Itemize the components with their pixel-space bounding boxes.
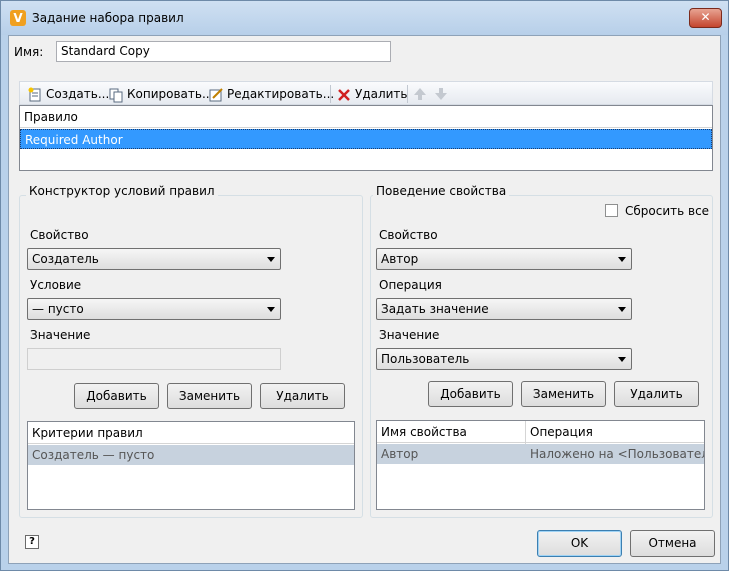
copy-label: Копировать...: [127, 87, 214, 101]
cb-property-value: Создатель: [32, 252, 99, 266]
table-row[interactable]: Required Author: [20, 129, 712, 149]
rules-toolbar: Создать... Копировать... Редактировать..…: [19, 81, 713, 105]
table-cell-property: Автор: [381, 447, 419, 461]
cb-delete-button[interactable]: Удалить: [260, 383, 345, 409]
table-cell-operation: Наложено на <Пользователь>: [530, 447, 704, 461]
rules-grid-header[interactable]: Правило: [20, 106, 712, 128]
pb-property-value: Автор: [381, 252, 419, 266]
pb-add-button[interactable]: Добавить: [428, 381, 513, 407]
property-operations-grid: Имя свойства Операция Автор Наложено на …: [376, 420, 705, 510]
column-header-operation[interactable]: Операция: [526, 421, 704, 443]
cancel-button[interactable]: Отмена: [630, 530, 715, 557]
toolbar-separator: [330, 85, 331, 103]
name-label: Имя:: [14, 45, 44, 59]
cb-value-input[interactable]: [27, 348, 281, 370]
create-label: Создать...: [46, 87, 110, 101]
create-button[interactable]: Создать...: [27, 85, 109, 103]
condition-builder-title: Конструктор условий правил: [26, 184, 218, 198]
arrow-up-icon[interactable]: [412, 86, 428, 102]
close-button[interactable]: ✕: [689, 8, 722, 28]
dialog-client-area: Имя: Standard Copy Создать... Копировать…: [8, 35, 721, 564]
pb-property-select[interactable]: Автор: [376, 248, 632, 270]
app-icon: V: [10, 10, 26, 26]
cb-add-button[interactable]: Добавить: [74, 383, 159, 409]
criteria-grid-header[interactable]: Критерии правил: [28, 422, 354, 444]
copy-icon: [109, 88, 123, 102]
delete-button[interactable]: Удалить: [336, 85, 408, 103]
cb-property-select[interactable]: Создатель: [27, 248, 281, 270]
rules-grid: Правило Required Author: [19, 105, 713, 171]
name-input[interactable]: Standard Copy: [56, 41, 391, 62]
pb-value-label: Значение: [379, 328, 440, 342]
pb-value-select[interactable]: Пользователь: [376, 348, 632, 370]
reset-all-label: Сбросить все: [625, 204, 710, 218]
window-title: Задание набора правил: [32, 11, 184, 25]
toolbar-separator: [407, 85, 408, 103]
column-header-property-name[interactable]: Имя свойства: [377, 421, 525, 443]
chevron-down-icon: [618, 307, 626, 312]
pb-operation-label: Операция: [379, 278, 442, 292]
reset-all-checkbox[interactable]: [605, 204, 618, 217]
pb-value-value: Пользователь: [381, 352, 470, 366]
cb-condition-value: — пусто: [32, 302, 84, 316]
cb-replace-button[interactable]: Заменить: [167, 383, 252, 409]
copy-button[interactable]: Копировать...: [108, 85, 213, 103]
new-document-icon: [28, 87, 41, 101]
title-bar[interactable]: V Задание набора правил ✕: [1, 1, 728, 35]
arrow-down-icon[interactable]: [433, 86, 449, 102]
pb-replace-button[interactable]: Заменить: [521, 381, 606, 407]
pb-operation-select[interactable]: Задать значение: [376, 298, 632, 320]
cb-condition-label: Условие: [30, 278, 82, 292]
chevron-down-icon: [267, 257, 275, 262]
edit-icon: [209, 87, 223, 101]
chevron-down-icon: [267, 307, 275, 312]
criteria-grid: Критерии правил Создатель — пусто: [27, 421, 355, 510]
pb-property-label: Свойство: [379, 228, 438, 242]
cb-value-label: Значение: [30, 328, 91, 342]
delete-label: Удалить: [355, 87, 408, 101]
delete-x-icon: [338, 88, 350, 101]
table-row[interactable]: Создатель — пусто: [28, 445, 354, 465]
edit-button[interactable]: Редактировать...: [208, 85, 334, 103]
help-icon[interactable]: ?: [25, 535, 39, 549]
property-behavior-title: Поведение свойства: [373, 184, 510, 198]
dialog-window: V Задание набора правил ✕ Имя: Standard …: [0, 0, 729, 571]
pb-operation-value: Задать значение: [381, 302, 489, 316]
chevron-down-icon: [618, 257, 626, 262]
cb-property-label: Свойство: [30, 228, 89, 242]
chevron-down-icon: [618, 357, 626, 362]
pb-delete-button[interactable]: Удалить: [614, 381, 699, 407]
cb-condition-select[interactable]: — пусто: [27, 298, 281, 320]
ok-button[interactable]: OK: [537, 530, 622, 557]
edit-label: Редактировать...: [227, 87, 335, 101]
